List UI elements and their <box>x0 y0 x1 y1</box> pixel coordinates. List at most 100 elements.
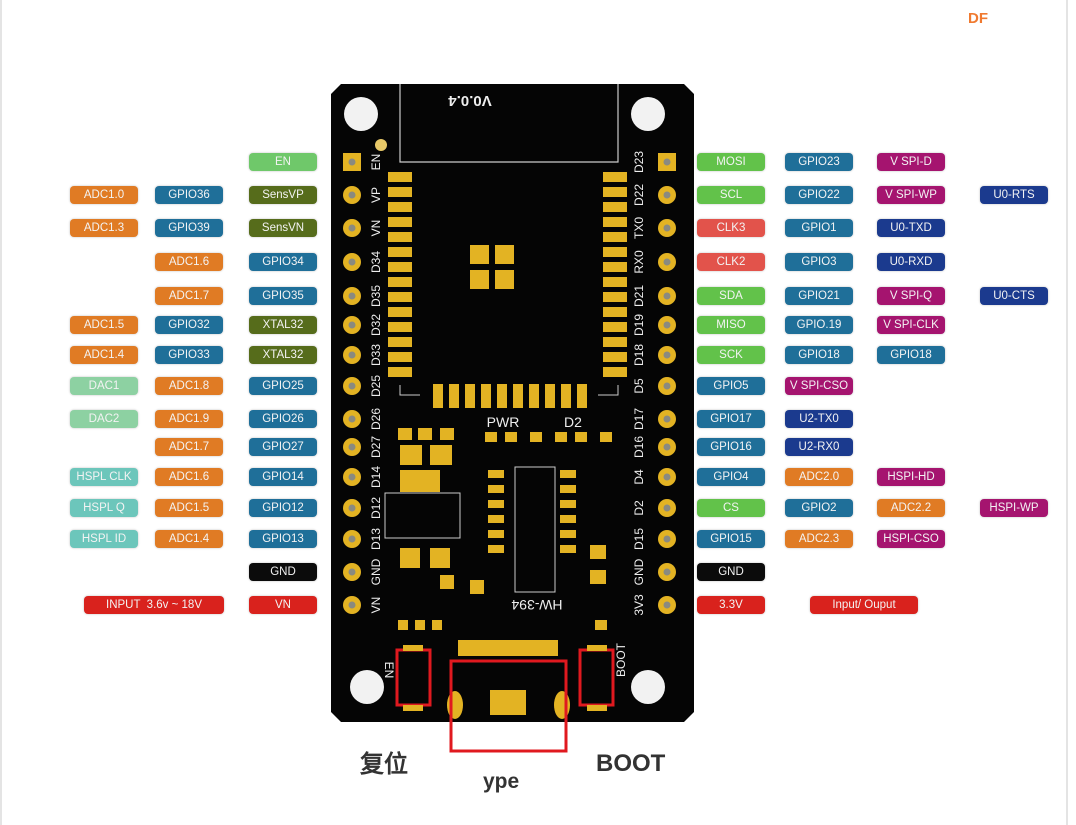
module-pad <box>388 262 412 272</box>
pin-function-label: GPIO32 <box>155 316 223 334</box>
reset-caption: 复位 <box>360 751 408 778</box>
pwr-label: PWR <box>487 414 520 430</box>
pin-function-label: CLK2 <box>697 253 765 271</box>
pin-function-label: MOSI <box>697 153 765 171</box>
module-pad <box>603 367 627 377</box>
pin-function-label: V SPI-CLK <box>877 316 945 334</box>
pin-function-label: SCK <box>697 346 765 364</box>
pin-silkscreen-label: D27 <box>369 436 383 458</box>
pin-function-label: GND <box>697 563 765 581</box>
pin-function-label: SDA <box>697 287 765 305</box>
pin-function-label: SensVP <box>249 186 317 204</box>
pin-function-label: VN <box>249 596 317 614</box>
pin-function-label: INPUT 3.6v ~ 18V <box>84 596 224 614</box>
module-pad <box>388 247 412 257</box>
module-pad <box>603 292 627 302</box>
pin-function-label: CS <box>697 499 765 517</box>
pin-function-label: GPIO1 <box>785 219 853 237</box>
pin-function-label: U0-RTS <box>980 186 1048 204</box>
pin-function-label: MISO <box>697 316 765 334</box>
pin-function-label: GPIO26 <box>249 410 317 428</box>
pin-silkscreen-label: D17 <box>632 408 646 430</box>
pin-function-label: ADC1.0 <box>70 186 138 204</box>
pin-function-label: GPIO36 <box>155 186 223 204</box>
pin-silkscreen-label: D4 <box>632 469 646 485</box>
pin-function-label: GND <box>249 563 317 581</box>
pin-function-label: SCL <box>697 186 765 204</box>
thermal-pad <box>495 270 514 289</box>
pin-function-label: ADC1.4 <box>70 346 138 364</box>
pin-function-label: 3.3V <box>697 596 765 614</box>
pin-silkscreen-label: VP <box>369 187 383 203</box>
pin-function-label: GPIO17 <box>697 410 765 428</box>
pin-function-label: GPIO23 <box>785 153 853 171</box>
module-pad <box>465 384 475 408</box>
en-button-label: EN <box>382 662 396 679</box>
pin-silkscreen-label: D23 <box>632 151 646 173</box>
module-pad <box>388 307 412 317</box>
module-pad <box>603 337 627 347</box>
pin-function-label: ADC2.3 <box>785 530 853 548</box>
module-pad <box>603 217 627 227</box>
pin-silkscreen-label: D34 <box>369 251 383 273</box>
module-pad <box>529 384 539 408</box>
pin-function-label: GPIO13 <box>249 530 317 548</box>
module-pad <box>449 384 459 408</box>
pin-function-label: GPIO.19 <box>785 316 853 334</box>
pin-function-label: GPIO25 <box>249 377 317 395</box>
module-pad <box>577 384 587 408</box>
pin-silkscreen-label: D12 <box>369 497 383 519</box>
pin-function-label: HSPI-HD <box>877 468 945 486</box>
pin-function-label: GPIO18 <box>877 346 945 364</box>
usb-caption: ype <box>483 770 520 793</box>
pin-function-label: HSPI-WP <box>980 499 1048 517</box>
pin-silkscreen-label: D25 <box>369 375 383 397</box>
module-pad <box>603 232 627 242</box>
pin-function-label: GPIO15 <box>697 530 765 548</box>
module-pad <box>561 384 571 408</box>
pin-silkscreen-label: D32 <box>369 314 383 336</box>
version-text: V0.0.4 <box>448 92 492 109</box>
pin-function-label: V SPI-Q <box>877 287 945 305</box>
pin-silkscreen-label: 3V3 <box>632 594 646 616</box>
pin-silkscreen-label: D13 <box>369 528 383 550</box>
pin-function-label: HSPI-CSO <box>877 530 945 548</box>
pin-function-label: V SPI-D <box>877 153 945 171</box>
pin-function-label: DAC1 <box>70 377 138 395</box>
pin-function-label: ADC1.8 <box>155 377 223 395</box>
module-pad <box>603 352 627 362</box>
pinout-diagram: DF V0.0.4 EN D23 VP D22 VN TX0 D34 RX0 D35 D21 D32… <box>0 0 1076 825</box>
pin-function-label: ADC1.6 <box>155 253 223 271</box>
module-pad <box>433 384 443 408</box>
pin-function-label: GPIO3 <box>785 253 853 271</box>
mount-hole <box>631 670 665 704</box>
pin-silkscreen-label: D16 <box>632 436 646 458</box>
pin-function-label: U2-RX0 <box>785 438 853 456</box>
pin-function-label: GPIO27 <box>249 438 317 456</box>
module-pad <box>388 337 412 347</box>
pin-silkscreen-label: EN <box>369 154 383 171</box>
boot-caption: BOOT <box>596 750 666 777</box>
pin-silkscreen-label: GND <box>369 558 383 585</box>
module-pad <box>603 187 627 197</box>
thermal-pad <box>495 245 514 264</box>
module-pad <box>388 277 412 287</box>
pin-silkscreen-label: TX0 <box>632 217 646 239</box>
module-pad <box>388 202 412 212</box>
pin-function-label: HSPL ID <box>70 530 138 548</box>
pin-function-label: XTAL32 <box>249 346 317 364</box>
d2-label: D2 <box>564 414 582 430</box>
mount-hole <box>631 97 665 131</box>
pin-function-label: ADC1.5 <box>155 499 223 517</box>
module-pad <box>388 172 412 182</box>
pin-function-label: ADC1.4 <box>155 530 223 548</box>
module-pad <box>481 384 491 408</box>
module-pad <box>388 292 412 302</box>
pin-function-label: CLK3 <box>697 219 765 237</box>
pin-silkscreen-label: D21 <box>632 285 646 307</box>
thermal-pad <box>470 270 489 289</box>
pin-function-label: ADC1.3 <box>70 219 138 237</box>
pin-silkscreen-label: VN <box>369 220 383 237</box>
pin-function-label: GPIO33 <box>155 346 223 364</box>
mount-hole <box>350 670 384 704</box>
